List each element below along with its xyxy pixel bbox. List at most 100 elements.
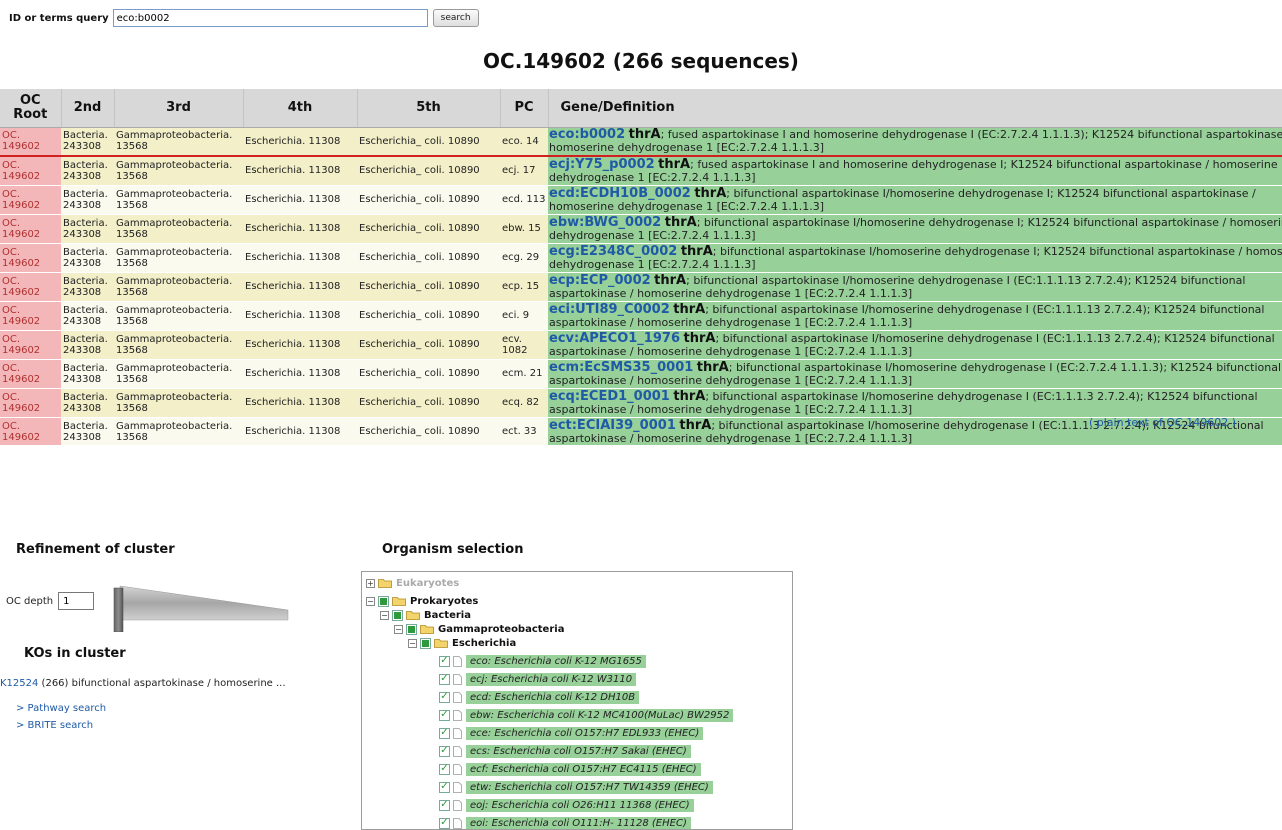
tree-leaf-label: eco: Escherichia coli K-12 MG1655 (466, 654, 646, 668)
gene-id-link[interactable]: eco:b0002 (549, 127, 625, 142)
checked-checkbox[interactable]: ✓ (439, 745, 450, 757)
checked-checkbox[interactable]: ✓ (439, 763, 450, 775)
pathway-search-link[interactable]: > Pathway search (16, 703, 106, 714)
tree-leaf[interactable]: ✓ ecs: Escherichia coli O157:H7 Sakai (EH… (439, 743, 691, 759)
organism-tree[interactable]: + Eukaryotes − Prokaryotes − Bacteria − Gammapr… (361, 571, 793, 830)
tax-3rd-name: Gammaproteobacteria. (116, 333, 233, 345)
cell-5th: Escherichia_ coli. 10890 (357, 301, 500, 331)
expand-icon[interactable]: + (366, 578, 375, 588)
oc-depth-input[interactable] (58, 592, 95, 610)
oc-depth-slider[interactable] (112, 580, 292, 632)
cell-oc-root[interactable]: OC. 149602 (0, 185, 61, 215)
tax-3rd-name: Gammaproteobacteria. (116, 217, 233, 229)
col-header-oc-root[interactable]: OC Root (0, 89, 62, 128)
tree-leaf[interactable]: ✓ eoi: Escherichia coli O111:H- 11128 (EH… (439, 815, 691, 829)
cell-pc: ebw. 15 (500, 214, 548, 244)
col-header-3rd[interactable]: 3rd (114, 89, 244, 128)
query-input[interactable] (112, 9, 428, 27)
tax-2nd-name: Bacteria. (63, 188, 108, 200)
search-button[interactable]: search (432, 9, 479, 27)
cell-oc-root[interactable]: OC. 149602 (0, 388, 61, 418)
tree-leaf[interactable]: ✓ ece: Escherichia coli O157:H7 EDL933 (E… (439, 725, 704, 741)
tree-leaf[interactable]: ✓ eco: Escherichia coli K-12 MG1655 (439, 653, 646, 669)
tax-3rd-count: 13568 (116, 257, 148, 269)
tax-3rd-count: 13568 (116, 344, 148, 356)
col-header-pc[interactable]: PC (500, 89, 549, 128)
tree-leaf[interactable]: ✓ eoj: Escherichia coli O26:H11 11368 (EH… (439, 797, 694, 813)
gene-id-link[interactable]: ecp:ECP_0002 (549, 273, 651, 288)
cell-gene-definition: ecp:ECP_0002 thrA; bifunctional aspartok… (548, 272, 1282, 302)
partial-checkbox[interactable] (406, 623, 417, 635)
tax-3rd-name: Gammaproteobacteria. (116, 159, 233, 171)
tree-group-label: Eukaryotes (396, 577, 460, 589)
tree-leaf-label: ece: Escherichia coli O157:H7 EDL933 (EH… (466, 726, 704, 740)
oc-root-id: 149602 (2, 344, 41, 356)
tree-leaf[interactable]: ✓ ecj: Escherichia coli K-12 W3110 (439, 671, 637, 687)
oc-root-id: 149602 (2, 170, 41, 182)
cell-oc-root[interactable]: OC. 149602 (0, 272, 61, 302)
tree-leaf[interactable]: ✓ ecf: Escherichia coli O157:H7 EC4115 (E… (439, 761, 701, 777)
cell-oc-root[interactable]: OC. 149602 (0, 214, 61, 244)
cell-pc: ecg. 29 (500, 243, 548, 273)
cell-oc-root[interactable]: OC. 149602 (0, 330, 61, 360)
plain-text-link[interactable]: ( plain text of OC.149602 ) (1089, 416, 1236, 429)
document-icon (453, 799, 462, 811)
col-header-2nd[interactable]: 2nd (61, 89, 115, 128)
checked-checkbox[interactable]: ✓ (439, 709, 450, 721)
gene-id-link[interactable]: ecm:EcSMS35_0001 (549, 360, 693, 375)
gene-id-link[interactable]: ecg:E2348C_0002 (549, 244, 677, 259)
ko-link[interactable]: K12524 (0, 678, 38, 689)
tax-2nd-count: 243308 (63, 257, 102, 269)
kos-heading: KOs in cluster (24, 646, 126, 661)
tax-3rd-count: 13568 (116, 402, 148, 414)
collapse-icon[interactable]: − (380, 610, 389, 620)
collapse-icon[interactable]: − (366, 596, 375, 606)
cell-oc-root[interactable]: OC. 149602 (0, 417, 61, 445)
partial-checkbox[interactable] (392, 609, 403, 621)
cell-3rd: Gammaproteobacteria. 13568 (114, 330, 243, 360)
document-icon (453, 781, 462, 793)
cell-3rd: Gammaproteobacteria. 13568 (114, 417, 243, 445)
checked-checkbox[interactable]: ✓ (439, 817, 450, 829)
cell-oc-root[interactable]: OC. 149602 (0, 156, 61, 186)
table-row: OC. 149602 Bacteria. 243308 Gammaproteobacte… (0, 243, 1282, 273)
checked-checkbox[interactable]: ✓ (439, 727, 450, 739)
cell-3rd: Gammaproteobacteria. 13568 (114, 156, 243, 186)
tree-group[interactable]: + Eukaryotes (366, 575, 459, 591)
col-header-5th[interactable]: 5th (357, 89, 501, 128)
col-header-4th[interactable]: 4th (243, 89, 358, 128)
slider-handle[interactable] (113, 587, 124, 632)
brite-search-link[interactable]: > BRITE search (16, 720, 93, 731)
gene-id-link[interactable]: ebw:BWG_0002 (549, 215, 661, 230)
tree-leaf[interactable]: ✓ ecd: Escherichia coli K-12 DH10B (439, 689, 640, 705)
gene-id-link[interactable]: ecd:ECDH10B_0002 (549, 186, 691, 201)
partial-checkbox[interactable] (378, 595, 389, 607)
checked-checkbox[interactable]: ✓ (439, 799, 450, 811)
cell-pc: ecm. 21 (500, 359, 548, 389)
cluster-table-wrapper: OC Root 2nd 3rd 4th 5th PC Gene/Definiti… (0, 89, 1282, 445)
checked-checkbox[interactable]: ✓ (439, 673, 450, 685)
tree-group[interactable]: − Escherichia (408, 635, 516, 651)
tree-leaf[interactable]: ✓ etw: Escherichia coli O157:H7 TW14359 (… (439, 779, 713, 795)
gene-id-link[interactable]: eci:UTI89_C0002 (549, 302, 670, 317)
collapse-icon[interactable]: − (408, 638, 417, 648)
checked-checkbox[interactable]: ✓ (439, 691, 450, 703)
gene-id-link[interactable]: ecv:APECO1_1976 (549, 331, 680, 346)
cell-oc-root[interactable]: OC. 149602 (0, 359, 61, 389)
checked-checkbox[interactable]: ✓ (439, 781, 450, 793)
cell-oc-root[interactable]: OC. 149602 (0, 127, 61, 157)
cell-oc-root[interactable]: OC. 149602 (0, 301, 61, 331)
collapse-icon[interactable]: − (394, 624, 403, 634)
page-title: OC.149602 (266 sequences) (483, 49, 799, 73)
checked-checkbox[interactable]: ✓ (439, 655, 450, 667)
cell-2nd: Bacteria. 243308 (61, 127, 114, 157)
gene-id-link[interactable]: ecj:Y75_p0002 (549, 157, 655, 172)
cell-4th: Escherichia. 11308 (243, 330, 357, 360)
tree-leaf[interactable]: ✓ ebw: Escherichia coli K-12 MC4100(MuLac… (439, 707, 734, 723)
gene-id-link[interactable]: ecq:ECED1_0001 (549, 389, 670, 404)
cell-gene-definition: ecv:APECO1_1976 thrA; bifunctional aspar… (548, 330, 1282, 360)
cell-oc-root[interactable]: OC. 149602 (0, 243, 61, 273)
gene-id-link[interactable]: ect:ECIAI39_0001 (549, 418, 676, 433)
partial-checkbox[interactable] (420, 637, 431, 649)
col-header-gene-definition[interactable]: Gene/Definition (548, 89, 1282, 128)
